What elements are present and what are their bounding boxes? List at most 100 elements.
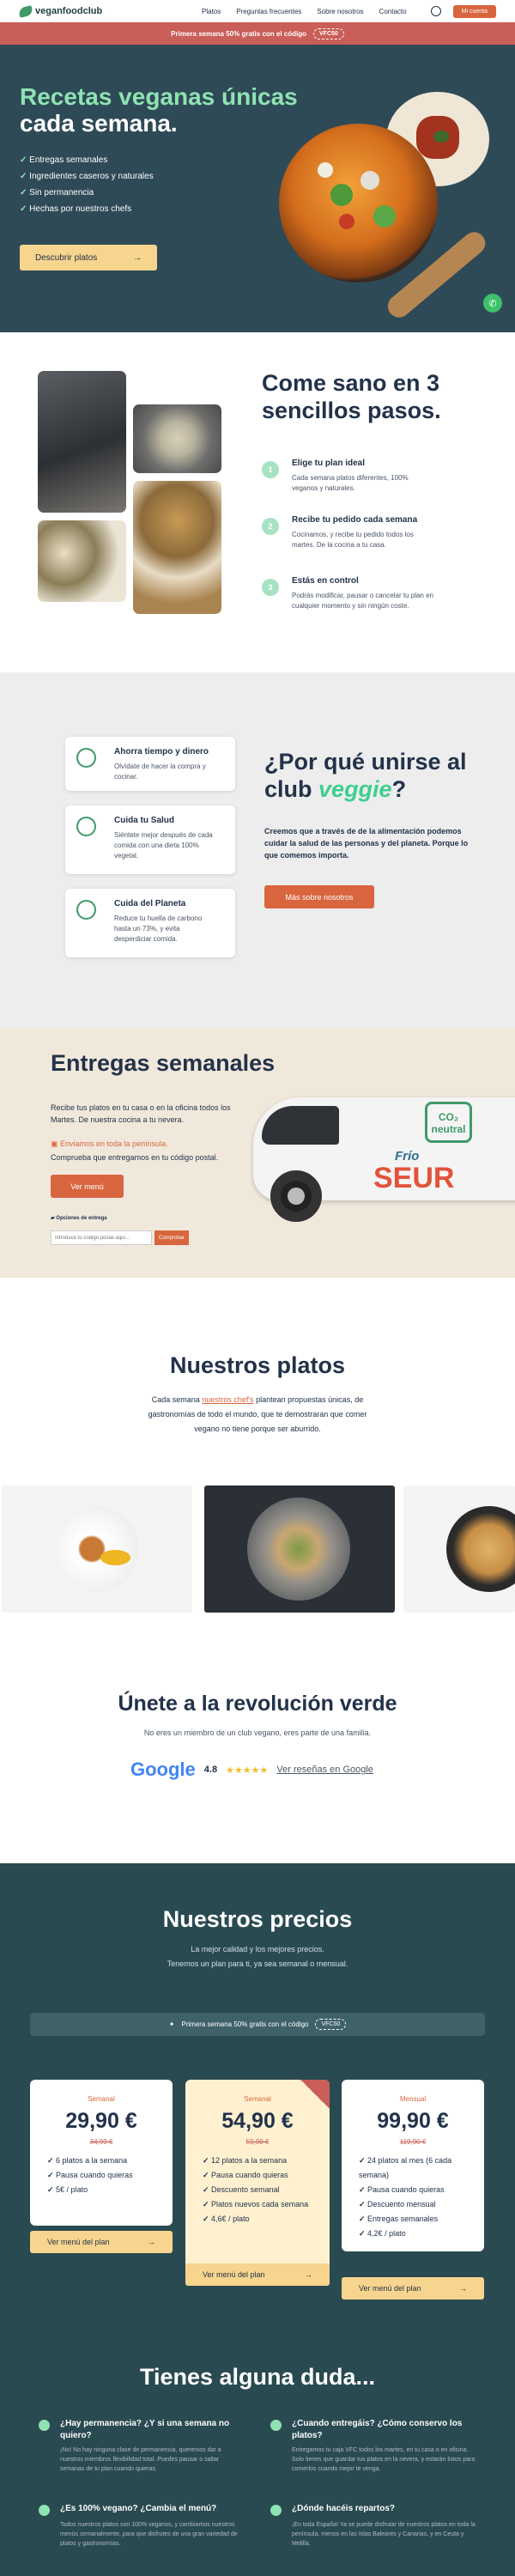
step-text: Cada semana platos diferentes, 100% vega…	[292, 474, 409, 492]
google-logo: Google	[130, 1759, 196, 1780]
plan-menu-button[interactable]: Ver menú del plan →	[30, 2231, 173, 2253]
nav-link-faq[interactable]: Preguntas frecuentes	[236, 8, 301, 15]
clock-icon	[76, 748, 96, 768]
plan-price: 54,90 €	[221, 2109, 294, 2133]
delivery-options[interactable]: ▰ Opciones de entrega	[51, 1215, 107, 1221]
nav-link-contact[interactable]: Contacto	[379, 8, 407, 15]
delivery-check: Comprueba que entregamos en tu código po…	[51, 1153, 219, 1162]
plan-card: Mensual 99,90 € 119,90 € 24 platos al me…	[342, 2080, 484, 2251]
step-title: Estás en control	[292, 576, 359, 586]
delivery-options-label: Opciones de entrega	[56, 1216, 107, 1221]
nav-link-platos[interactable]: Platos	[202, 8, 221, 15]
delivery-section: Entregas semanales Recibe tus platos en …	[0, 1029, 515, 1278]
benefit-text: Reduce tu huella de carbono hasta un 73%…	[114, 914, 203, 943]
chef-kitchen-photo	[38, 371, 126, 513]
why-title-mark: ?	[391, 776, 407, 802]
step-text: Podrás modificar, pausar o cancelar tu p…	[292, 592, 433, 610]
plan-features: 12 platos a la semana Pausa cuando quier…	[203, 2154, 308, 2227]
plan-features: 6 platos a la semana Pausa cuando quiera…	[47, 2154, 133, 2197]
plan-menu-label: Ver menú del plan	[203, 2270, 265, 2279]
nav-link-about[interactable]: Sobre nosotros	[317, 8, 363, 15]
nav-links: Platos Preguntas frecuentes Sobre nosotr…	[202, 8, 407, 15]
dish-photo-2	[38, 520, 126, 602]
steps-title: Come sano en 3 sencillos pasos.	[262, 370, 441, 423]
chefs-link[interactable]: nuestros chef's	[202, 1395, 253, 1404]
whatsapp-icon[interactable]: ✆	[483, 294, 502, 313]
see-menu-button[interactable]: Ver menú	[51, 1175, 124, 1198]
pricing-promo-banner: ✦ Primera semana 50% gratis con el códig…	[30, 2013, 485, 2036]
user-icon[interactable]	[430, 6, 441, 16]
pricing-subtitle-2: Tenemos un plan para ti, ya sea semanal …	[167, 1959, 348, 1968]
hero-bullet: Entregas semanales	[20, 152, 154, 168]
plan-feature: Descuento mensual	[359, 2197, 470, 2212]
zip-code-input[interactable]	[51, 1230, 152, 1245]
plan-menu-button[interactable]: Ver menú del plan →	[185, 2263, 330, 2286]
check-zip-button[interactable]: Comprobar	[154, 1230, 189, 1245]
pricing-promo-code[interactable]: VFC50	[315, 2019, 347, 2030]
why-text: Creemos que a través de de la alimentaci…	[264, 827, 469, 860]
arrow-right-icon: →	[148, 2238, 155, 2246]
promo-code[interactable]: VFC50	[313, 27, 344, 39]
faq-question[interactable]: ¿Hay permanencia? ¿Y si una semana no qu…	[60, 2418, 232, 2442]
delivery-highlight-text: Enviamos en toda la península.	[60, 1139, 168, 1148]
account-button[interactable]: Mi cuenta	[452, 4, 496, 18]
van-brand-text: SEUR	[373, 1162, 455, 1194]
why-title: ¿Por qué unirse al club veggie?	[264, 748, 470, 803]
why-section: Ahorra tiempo y dinero Olvídate de hacer…	[0, 672, 515, 1029]
top-nav: veganfoodclub Platos Preguntas frecuente…	[0, 0, 515, 22]
plan-feature: Platos nuevos cada semana	[203, 2197, 308, 2212]
benefit-title: Cuida tu Salud	[114, 816, 174, 825]
box-icon: ▣	[51, 1139, 61, 1148]
arrow-right-icon: →	[133, 252, 142, 263]
pricing-promo-text: Primera semana 50% gratis con el código	[181, 2020, 309, 2028]
dishes-title: Nuestros platos	[169, 1352, 346, 1378]
plan-feature: Pausa cuando quieras	[359, 2183, 470, 2197]
plan-card: Semanal 29,90 € 34,99 € 6 platos a la se…	[30, 2080, 173, 2226]
plan-old-price: 34,99 €	[89, 2138, 113, 2146]
question-icon	[39, 2420, 50, 2431]
faq-question[interactable]: ¿Cuando entregáis? ¿Cómo conservo los pl…	[292, 2418, 468, 2442]
plan-feature: 4,6€ / plato	[203, 2212, 308, 2227]
faq-question[interactable]: ¿Es 100% vegano? ¿Cambia el menú?	[60, 2503, 245, 2515]
reviews-title: Únete a la revolución verde	[118, 1692, 397, 1716]
gift-icon: ✦	[168, 2020, 175, 2028]
dishes-text-a: Cada semana	[151, 1395, 200, 1404]
logo[interactable]: veganfoodclub	[17, 4, 173, 18]
benefit-card: Cuida tu Salud Siéntete mejor después de…	[65, 805, 235, 874]
step-number: 2	[262, 518, 279, 535]
arrow-right-icon: →	[459, 2284, 467, 2293]
plan-price: 99,90 €	[377, 2109, 449, 2133]
hero-bullets: Entregas semanales Ingredientes caseros …	[20, 152, 154, 217]
question-icon	[39, 2505, 50, 2516]
plan-feature: 12 platos a la semana	[203, 2154, 308, 2168]
step-title: Elige tu plan ideal	[292, 459, 366, 468]
hero-title-white: cada semana.	[20, 110, 178, 137]
dish-photo-3	[133, 481, 221, 614]
plan-old-price: 119,90 €	[399, 2138, 427, 2146]
plan-price: 29,90 €	[65, 2109, 137, 2133]
heart-icon	[76, 817, 96, 836]
plan-features: 24 platos al mes (6 cada semana) Pausa c…	[359, 2154, 470, 2241]
discover-dishes-button[interactable]: Descubrir platos →	[20, 245, 157, 270]
discover-dishes-label: Descubrir platos	[35, 252, 98, 263]
step-title: Recibe tu pedido cada semana	[292, 515, 418, 525]
arrow-right-icon: →	[305, 2270, 312, 2279]
about-us-button[interactable]: Más sobre nosotros	[264, 885, 374, 908]
plan-card-featured: Semanal 54,90 € 59,90 € 12 platos a la s…	[185, 2080, 330, 2277]
plan-menu-button[interactable]: Ver menú del plan →	[342, 2277, 484, 2300]
benefit-title: Cuida del Planeta	[114, 899, 186, 908]
faq-title: Tienes alguna duda...	[139, 2364, 376, 2390]
featured-ribbon	[300, 2080, 330, 2109]
faq-answer: Todos nuestros platos son 100% veganos, …	[60, 2522, 238, 2547]
delivery-highlight: ▣ Enviamos en toda la península.	[51, 1139, 168, 1149]
delivery-title: Entregas semanales	[51, 1050, 276, 1076]
dish-photo-card	[204, 1485, 395, 1613]
hero-bullet: Ingredientes caseros y naturales	[20, 168, 154, 185]
dishes-text: Cada semana nuestros chef's plantean pro…	[142, 1393, 373, 1437]
pricing-section: Nuestros precios La mejor calidad y los …	[0, 1863, 515, 2576]
faq-question[interactable]: ¿Dónde hacéis repartos?	[292, 2503, 468, 2515]
google-reviews-link[interactable]: Ver reseñas en Google	[276, 1765, 373, 1775]
benefit-card: Ahorra tiempo y dinero Olvídate de hacer…	[65, 737, 235, 791]
rating-value: 4.8	[203, 1765, 218, 1775]
reviews-subtitle: No eres un miembro de un club vegano, er…	[143, 1728, 372, 1737]
